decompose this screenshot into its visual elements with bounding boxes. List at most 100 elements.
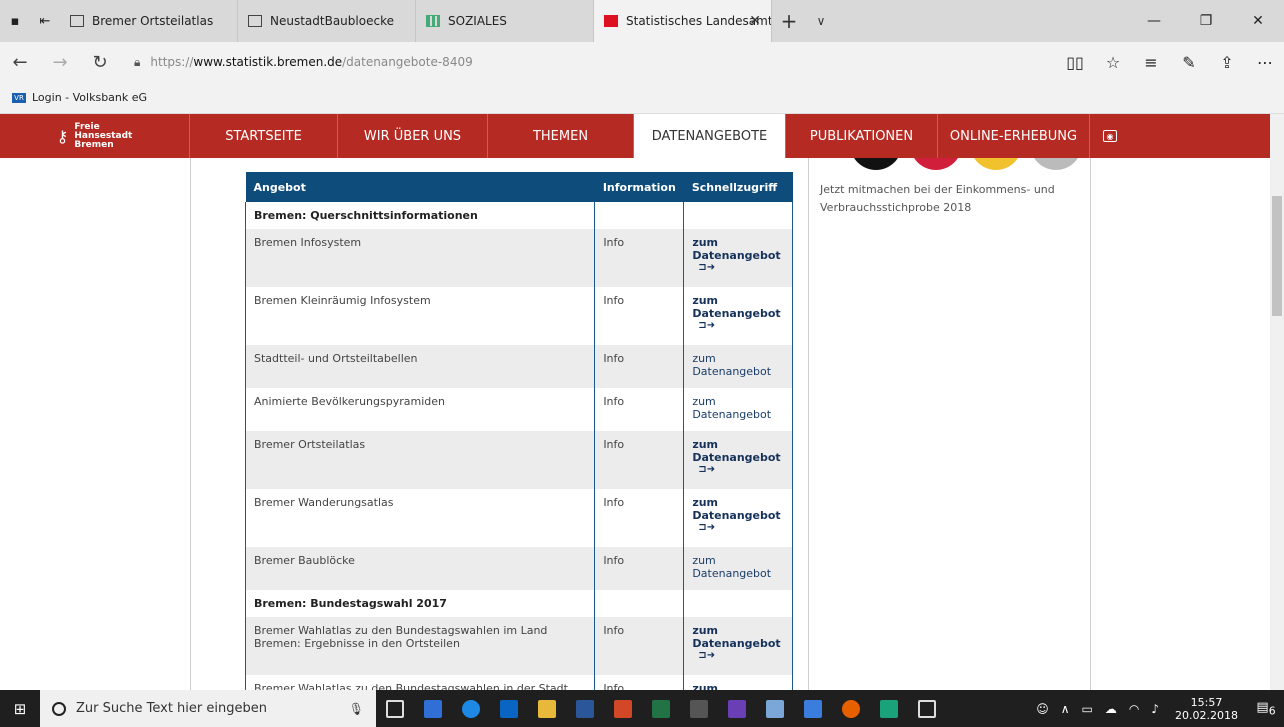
app-icon[interactable] bbox=[870, 690, 908, 727]
photos-icon[interactable] bbox=[680, 690, 718, 727]
forward-button[interactable]: → bbox=[40, 52, 80, 73]
window-icon[interactable] bbox=[908, 690, 946, 727]
word-icon[interactable] bbox=[566, 690, 604, 727]
volume-icon[interactable]: ♪ bbox=[1151, 702, 1159, 716]
info-link[interactable]: Info bbox=[594, 345, 685, 388]
tab-manager-icon[interactable]: ▪ bbox=[0, 0, 30, 42]
tab-neustadtbaubloecke[interactable]: NeustadtBaubloecke bbox=[238, 0, 416, 42]
reading-view-icon[interactable]: ▯▯ bbox=[1056, 53, 1094, 72]
tab-bremer-ortsteilatlas[interactable]: Bremer Ortsteilatlas bbox=[60, 0, 238, 42]
quick-access-link[interactable]: zum Datenangebot bbox=[683, 388, 793, 431]
task-view-icon[interactable] bbox=[376, 690, 414, 727]
quick-access-label: zum Datenangebot bbox=[692, 624, 781, 650]
info-link[interactable]: Info bbox=[594, 388, 685, 431]
favorites-hub-icon[interactable]: ≡ bbox=[1132, 53, 1170, 72]
microphone-icon[interactable]: 🎙︎ bbox=[349, 702, 364, 716]
people-icon[interactable]: ☺ bbox=[1036, 702, 1049, 716]
app-icon[interactable] bbox=[414, 690, 452, 727]
table-row: Bremer Ortsteilatlas Info zum Datenangebot… bbox=[244, 431, 793, 489]
quick-access-label: zum Datenangebot bbox=[692, 496, 781, 522]
taskbar-search[interactable]: Zur Suche Text hier eingeben 🎙︎ bbox=[40, 690, 376, 727]
favorite-link[interactable]: Login - Volksbank eG bbox=[32, 91, 147, 104]
scrollbar-thumb[interactable] bbox=[1272, 196, 1282, 316]
tab-preview-chevron-icon[interactable]: ∨ bbox=[806, 0, 836, 42]
tray-overflow-icon[interactable]: ∧ bbox=[1061, 702, 1070, 716]
quick-access-link[interactable]: zum Datenangebot bbox=[683, 345, 793, 388]
quick-access-label: zum Datenangebot bbox=[692, 395, 772, 421]
refresh-button[interactable]: ↻ bbox=[80, 52, 120, 73]
info-link[interactable]: Info bbox=[594, 287, 685, 345]
tab-soziales[interactable]: SOZIALES bbox=[416, 0, 594, 42]
app-icon[interactable] bbox=[718, 690, 756, 727]
restore-button[interactable]: ❐ bbox=[1180, 0, 1232, 42]
new-tab-button[interactable]: + bbox=[772, 0, 806, 42]
quick-access-link[interactable]: zum Datenangebot ⊐➜ bbox=[683, 229, 793, 287]
page-icon bbox=[70, 15, 84, 27]
app-icon[interactable] bbox=[794, 690, 832, 727]
web-page: ⚷ Freie Hansestadt Bremen STARTSEITE WIR… bbox=[0, 114, 1284, 690]
info-link[interactable]: Info bbox=[594, 617, 685, 675]
quick-access-link[interactable]: zum Datenangebot ⊐➜ bbox=[683, 617, 793, 675]
nav-themen[interactable]: THEMEN bbox=[488, 114, 634, 158]
quick-access-link[interactable]: zum⊐➜ bbox=[683, 675, 793, 690]
quick-access-link[interactable]: zum Datenangebot ⊐➜ bbox=[683, 287, 793, 345]
wifi-icon[interactable]: ◠ bbox=[1129, 702, 1139, 716]
back-button[interactable]: ← bbox=[0, 52, 40, 73]
url-field[interactable]: 🔒︎ https://www.statistik.bremen.de/daten… bbox=[134, 55, 1004, 70]
browser-tab-bar: ▪ ⇤ Bremer Ortsteilatlas NeustadtBaubloe… bbox=[0, 0, 1284, 42]
section-title: Bremen: Bundestagswahl 2017 bbox=[244, 590, 596, 617]
campaign-text[interactable]: Jetzt mitmachen bei der Einkommens- und … bbox=[820, 181, 1085, 217]
accessibility-toggle[interactable]: ◉ bbox=[1090, 114, 1130, 158]
close-window-button[interactable]: ✕ bbox=[1232, 0, 1284, 42]
angebot-name: Bremer Wahlatlas zu den Bundestagswahlen… bbox=[244, 617, 596, 675]
page-icon bbox=[248, 15, 262, 27]
outlook-icon[interactable] bbox=[490, 690, 528, 727]
url-scheme: https:// bbox=[150, 55, 194, 69]
explorer-icon[interactable] bbox=[528, 690, 566, 727]
site-nav: ⚷ Freie Hansestadt Bremen STARTSEITE WIR… bbox=[0, 114, 1270, 158]
info-link[interactable]: Info bbox=[594, 675, 685, 690]
favorites-bar: VR Login - Volksbank eG bbox=[0, 82, 1284, 114]
nav-online-erhebung[interactable]: ONLINE-ERHEBUNG bbox=[938, 114, 1090, 158]
excel-icon[interactable] bbox=[642, 690, 680, 727]
set-aside-tabs-icon[interactable]: ⇤ bbox=[30, 0, 60, 42]
table-section-row: Bremen: Querschnittsinformationen bbox=[244, 202, 793, 229]
info-link[interactable]: Info bbox=[594, 547, 685, 590]
nav-wir-ueber-uns[interactable]: WIR ÜBER UNS bbox=[338, 114, 488, 158]
quick-access-link[interactable]: zum Datenangebot ⊐➜ bbox=[683, 431, 793, 489]
empty-cell bbox=[683, 202, 793, 229]
more-menu-icon[interactable]: ⋯ bbox=[1246, 53, 1284, 72]
header-schnellzugriff: Schnellzugriff bbox=[683, 172, 793, 202]
clock[interactable]: 15:57 20.02.2018 bbox=[1175, 696, 1238, 722]
info-link[interactable]: Info bbox=[594, 229, 685, 287]
battery-icon[interactable]: ▭ bbox=[1082, 702, 1093, 716]
angebot-name: Bremer Wanderungsatlas bbox=[244, 489, 596, 547]
tab-statistisches-landesamt[interactable]: Statistisches Landesamt ✕ bbox=[594, 0, 772, 42]
table-row: Bremen Kleinräumig Infosystem Info zum Dat… bbox=[244, 287, 793, 345]
tab-label: SOZIALES bbox=[448, 14, 507, 28]
windows-start-icon[interactable]: ⊞ bbox=[0, 700, 40, 718]
nav-startseite[interactable]: STARTSEITE bbox=[190, 114, 338, 158]
quick-access-link[interactable]: zum Datenangebot bbox=[683, 547, 793, 590]
onedrive-icon[interactable]: ☁ bbox=[1105, 702, 1117, 716]
quick-access-link[interactable]: zum Datenangebot ⊐➜ bbox=[683, 489, 793, 547]
favorite-star-icon[interactable]: ☆ bbox=[1094, 53, 1132, 72]
firefox-icon[interactable] bbox=[832, 690, 870, 727]
nav-datenangebote[interactable]: DATENANGEBOTE bbox=[634, 114, 786, 158]
powerpoint-icon[interactable] bbox=[604, 690, 642, 727]
info-link[interactable]: Info bbox=[594, 489, 685, 547]
page-scrollbar[interactable] bbox=[1270, 114, 1284, 690]
angebot-name: Bremer Baublöcke bbox=[244, 547, 596, 590]
pen-icon[interactable]: ✎ bbox=[1170, 53, 1208, 72]
nav-publikationen[interactable]: PUBLIKATIONEN bbox=[786, 114, 938, 158]
edge-icon[interactable] bbox=[452, 690, 490, 727]
app-icon[interactable] bbox=[756, 690, 794, 727]
action-center-icon[interactable]: ▤6 bbox=[1248, 700, 1284, 718]
minimize-button[interactable]: — bbox=[1128, 0, 1180, 42]
notification-count: 6 bbox=[1268, 704, 1276, 718]
close-tab-icon[interactable]: ✕ bbox=[749, 13, 761, 29]
share-icon[interactable]: ⇪ bbox=[1208, 53, 1246, 72]
bremen-logo[interactable]: ⚷ Freie Hansestadt Bremen bbox=[0, 114, 190, 158]
info-link[interactable]: Info bbox=[594, 431, 685, 489]
system-tray: ☺ ∧ ▭ ☁ ◠ ♪ 15:57 20.02.2018 ▤6 bbox=[1030, 690, 1284, 727]
